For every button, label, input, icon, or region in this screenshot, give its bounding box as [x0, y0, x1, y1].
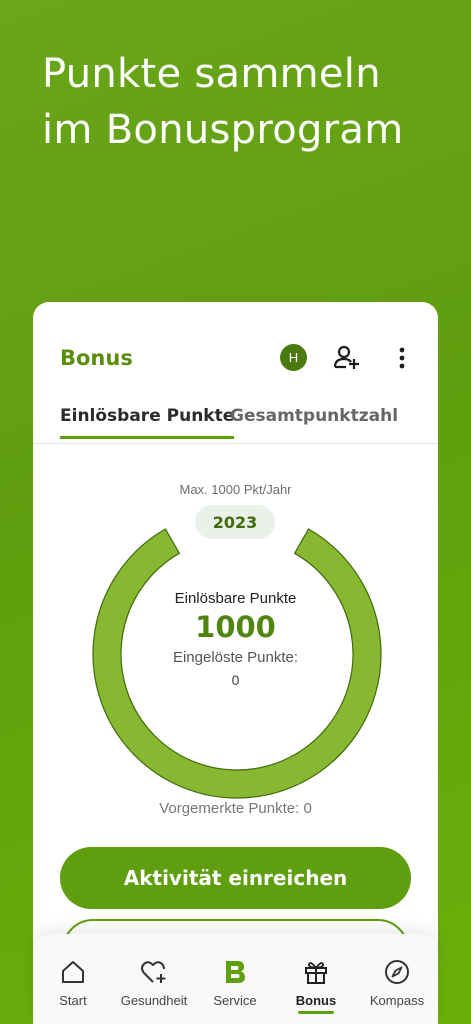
redeemed-points-label: Eingelöste Punkte:	[172, 649, 299, 666]
nav-item-start[interactable]: Start	[33, 934, 113, 1024]
submit-activity-button[interactable]: Aktivität einreichen	[60, 847, 411, 909]
compass-icon	[383, 958, 411, 986]
year-selector[interactable]: 2023	[195, 505, 275, 539]
gift-icon	[302, 958, 330, 986]
reserved-points-label: Vorgemerkte Punkte: 0	[159, 800, 312, 817]
redeemed-points-value: 0	[231, 672, 240, 688]
nav-label-start: Start	[59, 993, 87, 1008]
nav-label-bonus: Bonus	[295, 993, 337, 1008]
tab-gesamtpunktzahl[interactable]: Gesamtpunktzahl	[230, 406, 398, 426]
more-menu-button[interactable]	[391, 342, 413, 374]
redeemable-points-value: 1000	[195, 610, 276, 644]
nav-item-service[interactable]: Service	[195, 934, 275, 1024]
home-icon	[59, 958, 87, 986]
nav-item-kompass[interactable]: Kompass	[357, 934, 437, 1024]
avatar[interactable]: H	[280, 344, 307, 371]
max-points-label: Max. 1000 Pkt/Jahr	[179, 482, 292, 497]
card-header: Bonus H	[33, 302, 438, 402]
heart-plus-icon	[140, 958, 168, 986]
hero-title: Punkte sammeln im Bonusprogram	[42, 51, 404, 153]
nav-item-gesundheit[interactable]: Gesundheit	[114, 934, 194, 1024]
tab-bar: Einlösbare Punkte Gesamtpunktzahl	[33, 398, 438, 444]
add-user-icon	[333, 345, 359, 369]
active-tab-indicator	[298, 1011, 334, 1014]
nav-label-kompass: Kompass	[369, 993, 425, 1008]
more-vertical-icon	[399, 347, 405, 369]
nav-item-bonus[interactable]: Bonus	[276, 934, 356, 1024]
tab-einloesbare-punkte[interactable]: Einlösbare Punkte	[60, 406, 235, 439]
bottom-navigation: Start Gesundheit Service Bonus Kompass	[33, 934, 438, 1024]
nav-label-gesundheit: Gesundheit	[120, 993, 188, 1008]
brand-b-icon	[221, 958, 249, 986]
redeemable-points-label: Einlösbare Punkte	[174, 590, 297, 607]
nav-label-service: Service	[213, 993, 257, 1008]
card-title: Bonus	[60, 346, 133, 370]
add-user-button[interactable]	[331, 342, 363, 374]
bonus-card: Bonus H Einlösbare Punkte Gesamtpunktzah…	[33, 302, 438, 1024]
